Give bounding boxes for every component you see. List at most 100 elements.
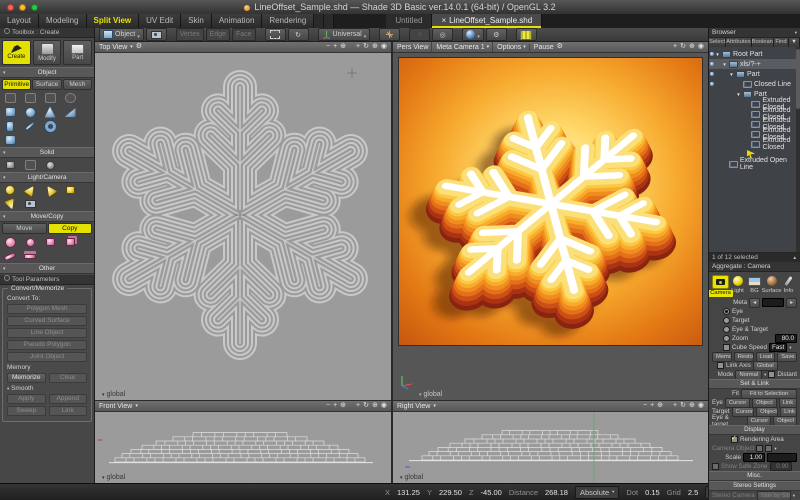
browser-tab-find[interactable]: Find xyxy=(774,38,789,47)
move-copy-section-header[interactable]: ▾Move/Copy xyxy=(0,211,94,222)
meta-field[interactable] xyxy=(762,298,784,307)
translate-copy-tool[interactable] xyxy=(3,236,17,248)
zoom-in-icon[interactable]: + xyxy=(333,401,337,411)
mode-dropdown[interactable]: Normal xyxy=(735,370,762,380)
right-viewport[interactable]: Right View ▾ − + ⊕ + ↻ ⊕ ◉ ▾global xyxy=(393,401,708,483)
camera-object-checkbox-1[interactable] xyxy=(756,445,763,452)
modify-mode-button[interactable]: Modify xyxy=(33,40,62,65)
rendered-image[interactable] xyxy=(399,58,702,345)
tab-mesh[interactable]: Mesh xyxy=(63,79,92,90)
spring-solid-tool[interactable] xyxy=(43,159,57,171)
eye-radio[interactable] xyxy=(723,308,730,315)
universal-manipulator-button[interactable]: Universal▾ xyxy=(318,28,371,41)
duplicate-copy-tool[interactable] xyxy=(63,236,77,248)
tree-scrollbar[interactable] xyxy=(796,47,800,252)
workspace-tab-modeling[interactable]: Modeling xyxy=(39,14,86,28)
right-view-canvas[interactable] xyxy=(393,412,708,483)
eye-target-radio[interactable] xyxy=(723,326,730,333)
tab-surface[interactable]: Surface xyxy=(32,79,61,90)
swept-surface-tool[interactable] xyxy=(23,92,37,104)
orbit-icon[interactable]: ↻ xyxy=(363,401,369,411)
chevron-down-icon[interactable]: ▾ xyxy=(135,401,138,411)
cube-speed-checkbox[interactable] xyxy=(723,344,730,351)
filter-funnel-icon[interactable]: ▼ xyxy=(789,38,800,47)
smooth-sweep-button[interactable]: Sweep xyxy=(7,406,46,416)
document-tab-untitled[interactable]: Untitled xyxy=(386,14,432,28)
render-settings-button[interactable]: ⚙ xyxy=(486,28,507,41)
rounded-cube-tool[interactable] xyxy=(3,106,17,118)
zoom-in-icon[interactable]: + xyxy=(650,401,654,411)
snap-toggle-button[interactable]: ○ xyxy=(409,28,430,41)
top-viewport[interactable]: Top View ▾ ⚙ − + ⊕ + ↻ ⊕ ◉ ▾global xyxy=(95,42,391,400)
grid-toggle-button[interactable] xyxy=(516,28,537,41)
workspace-tab-animation[interactable]: Animation xyxy=(212,14,263,28)
workspace-tab-skin[interactable]: Skin xyxy=(181,14,212,28)
scale-field[interactable]: 1.00 xyxy=(743,453,765,462)
target-button[interactable]: ◎ xyxy=(432,28,453,41)
aggregate-panel-header[interactable]: Aggregate : Camera xyxy=(709,262,800,272)
cone-tool[interactable] xyxy=(43,106,57,118)
other-section-header[interactable]: ▾Other xyxy=(0,263,94,274)
pan-icon[interactable]: + xyxy=(673,42,677,52)
viewport-title[interactable]: Front View xyxy=(99,403,132,410)
vertex-mode-button[interactable]: Vertex xyxy=(176,28,204,41)
zoom-in-icon[interactable]: + xyxy=(333,42,337,52)
restore-button[interactable]: Restore xyxy=(734,352,754,362)
browser-tab-boolean[interactable]: Boolean xyxy=(752,38,774,47)
zoom-tool-icon[interactable]: ⊕ xyxy=(372,42,378,52)
background-tab-button[interactable]: BG xyxy=(746,275,763,297)
scroll-up-icon[interactable]: ▲ xyxy=(793,255,797,261)
polygon-tool[interactable] xyxy=(63,92,77,104)
smooth-link-button[interactable]: Link xyxy=(49,406,88,416)
panel-collapse-icon[interactable] xyxy=(4,275,10,281)
tab-copy[interactable]: Copy xyxy=(48,223,93,234)
browser-tab-attributes[interactable]: Attributes xyxy=(726,38,752,47)
tree-item-part[interactable]: ▼ Part xyxy=(709,69,800,79)
smooth-apply-button[interactable]: Apply xyxy=(7,394,46,404)
browser-tab-select[interactable]: Select xyxy=(709,38,726,47)
memorize-button[interactable]: Memorize xyxy=(7,373,46,383)
options-menu[interactable]: Options▾ xyxy=(492,42,526,52)
pan-icon[interactable]: + xyxy=(356,401,360,411)
convert-pseudo-polygon-button[interactable]: Pseudo Polygon xyxy=(7,340,87,350)
point-light-tool[interactable] xyxy=(3,184,17,196)
target-radio[interactable] xyxy=(723,317,730,324)
orbit-icon[interactable]: ↻ xyxy=(363,42,369,52)
meta-next-button[interactable]: ▸ xyxy=(786,298,797,308)
expand-icon[interactable]: ▼ xyxy=(736,92,741,97)
convert-joint-object-button[interactable]: Joint Object xyxy=(7,352,87,362)
chevron-down-icon[interactable]: ▾ xyxy=(130,42,133,52)
safe-zone-checkbox[interactable] xyxy=(712,463,719,470)
magnifier-icon[interactable]: ⊕ xyxy=(340,401,346,411)
wire-solid-tool[interactable] xyxy=(23,159,37,171)
rotate-view-button[interactable]: ↻ xyxy=(288,28,309,41)
meta-prev-button[interactable]: ◂ xyxy=(749,298,760,308)
surface-tab-button[interactable]: Surface xyxy=(763,275,780,297)
workspace-tab-rendering[interactable]: Rendering xyxy=(262,14,314,28)
convert-polygon-mesh-button[interactable]: Polygon Mesh xyxy=(7,304,87,314)
marquee-select-button[interactable] xyxy=(265,28,286,41)
pers-viewport[interactable]: Pers View Meta Camera 1▾ Options▾ Pause … xyxy=(393,42,708,400)
gear-icon[interactable]: ⚙ xyxy=(557,42,563,52)
directional-light-tool[interactable] xyxy=(43,184,57,196)
expand-icon[interactable]: ▼ xyxy=(715,52,720,57)
zoom-out-icon[interactable]: − xyxy=(643,401,647,411)
browser-panel-header[interactable]: Browser▾ xyxy=(709,28,800,38)
object-section-header[interactable]: ▾Object xyxy=(0,67,94,78)
cube-tool[interactable] xyxy=(3,134,17,146)
tab-move[interactable]: Move xyxy=(2,223,47,234)
part-mode-button[interactable]: Part xyxy=(63,40,92,65)
object-mode-button[interactable]: Object▾ xyxy=(99,28,144,41)
line-tool[interactable] xyxy=(23,120,37,132)
manipulator-tool-button[interactable] xyxy=(379,28,400,41)
workspace-tab-layout[interactable]: Layout xyxy=(0,14,39,28)
magnifier-icon[interactable]: ⊕ xyxy=(340,42,346,52)
tree-item-extruded[interactable]: ▼ Extruded Closed xyxy=(709,139,800,149)
tree-item-extruded-open-line[interactable]: ▼ Extruded Open Line xyxy=(709,159,800,169)
stereo-camera-dropdown[interactable]: Side by Side xyxy=(757,491,791,500)
visibility-dot-icon[interactable] xyxy=(710,82,714,86)
free-surface-tool[interactable] xyxy=(3,92,17,104)
front-viewport[interactable]: Front View ▾ − + ⊕ + ↻ ⊕ ◉ ▾global xyxy=(95,401,391,483)
workspace-tab-overflow-button[interactable] xyxy=(324,14,334,28)
visibility-dot-icon[interactable] xyxy=(710,72,714,76)
